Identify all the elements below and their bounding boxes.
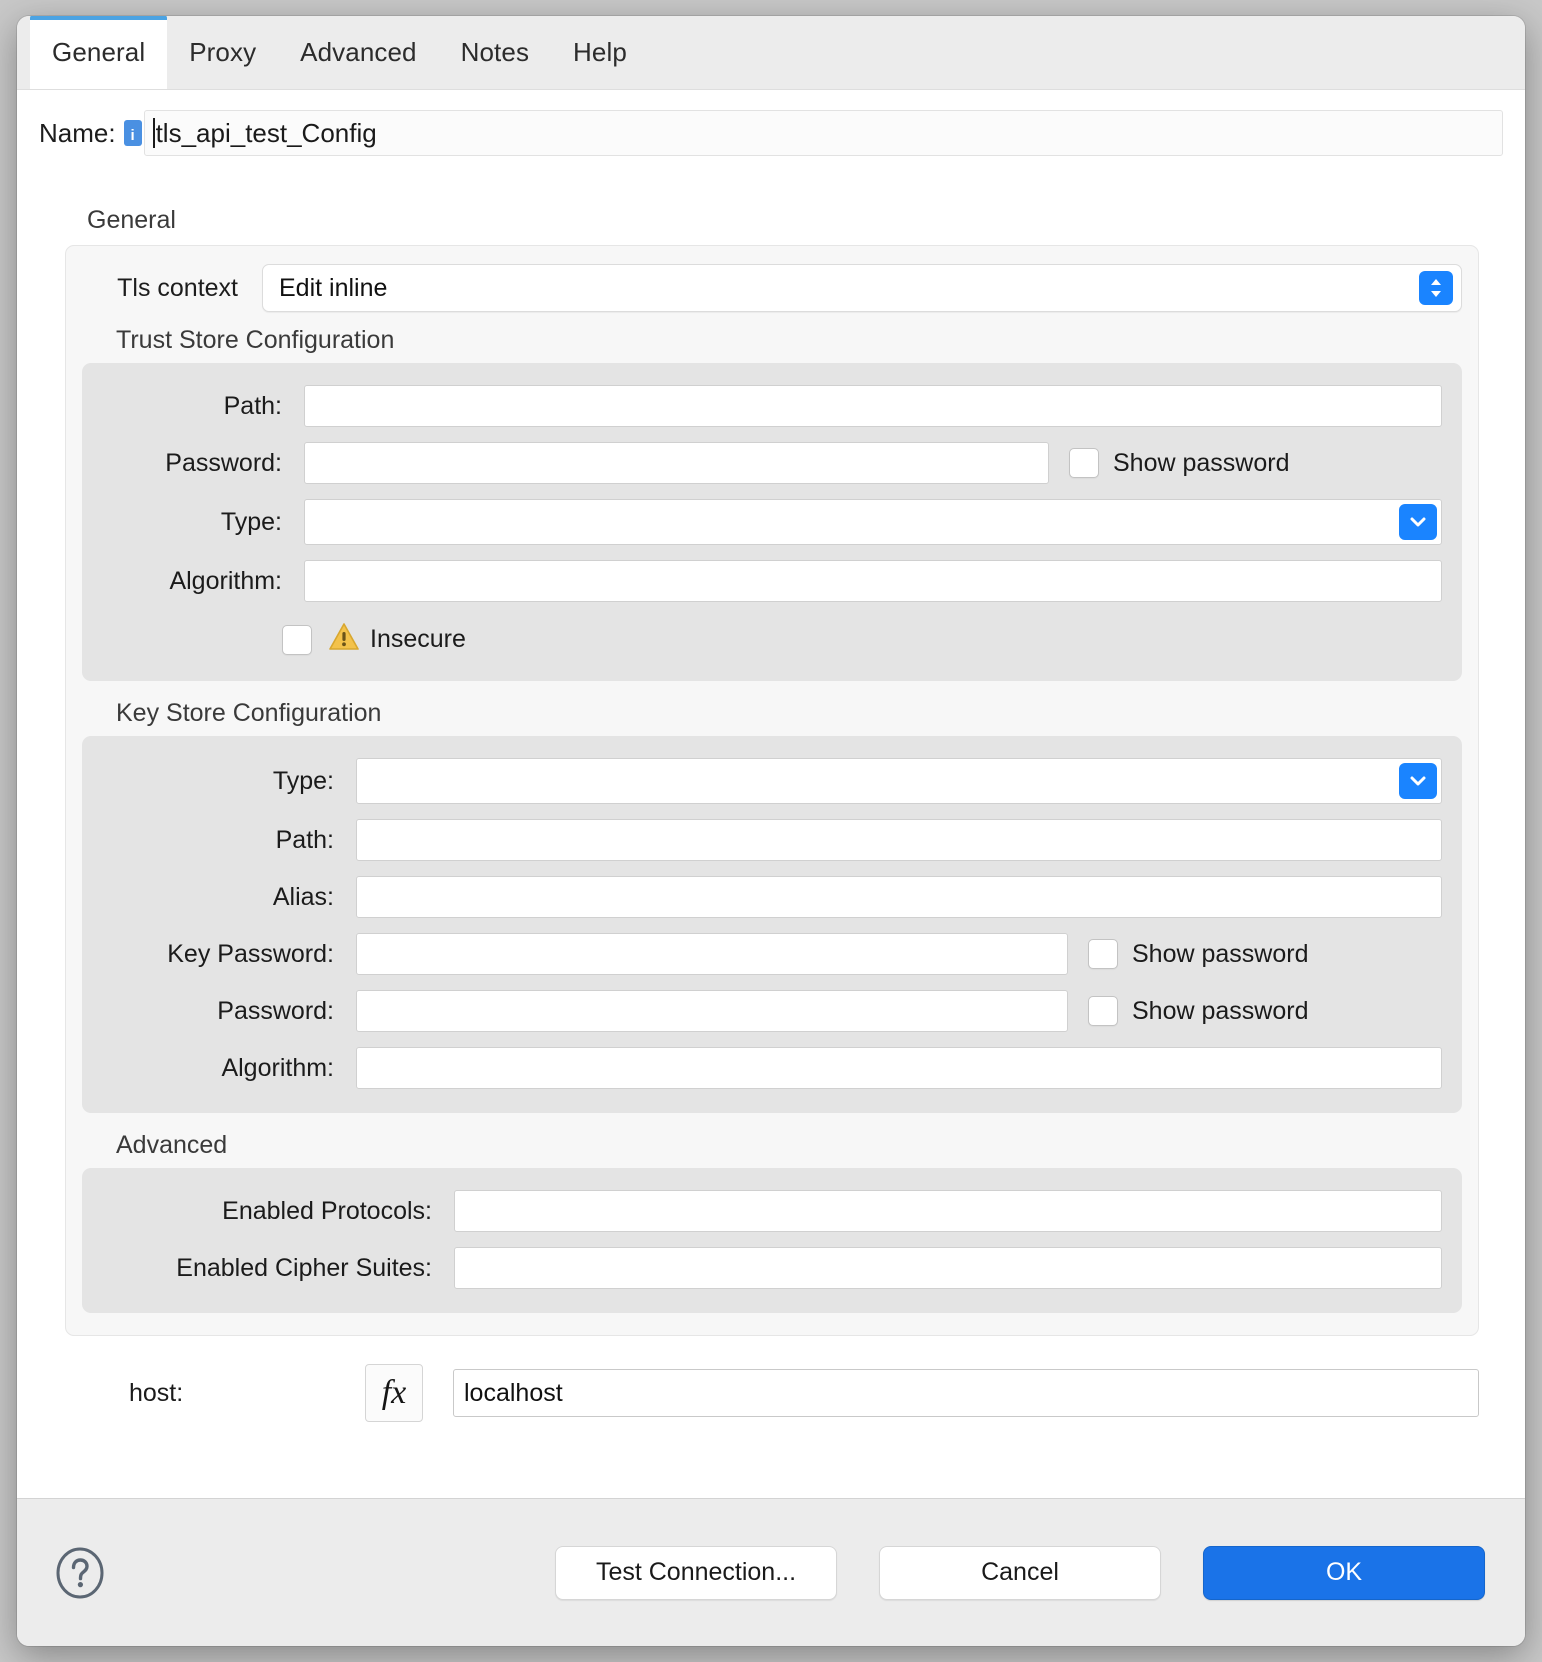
- trust-store-panel: Path: Password: Show password: [82, 363, 1462, 681]
- key-store-password-label: Password:: [94, 997, 356, 1026]
- name-label: Name:: [39, 118, 116, 149]
- test-connection-label: Test Connection...: [596, 1558, 796, 1587]
- host-input[interactable]: localhost: [453, 1369, 1479, 1417]
- enabled-cipher-suites-label: Enabled Cipher Suites:: [94, 1254, 454, 1283]
- help-question-icon[interactable]: [53, 1546, 107, 1600]
- tab-help[interactable]: Help: [551, 16, 649, 89]
- tab-notes-label: Notes: [461, 37, 529, 68]
- key-store-algorithm-input[interactable]: [356, 1047, 1442, 1089]
- key-store-alias-label: Alias:: [94, 883, 356, 912]
- key-store-key-password-label: Key Password:: [94, 940, 356, 969]
- general-tab-panel: Name: i tls_api_test_Config General Tls …: [17, 90, 1525, 1498]
- tab-help-label: Help: [573, 37, 627, 68]
- function-fx-icon[interactable]: fx: [365, 1364, 423, 1422]
- key-store-type-label: Type:: [94, 767, 356, 796]
- key-store-password-row: Password: Show password: [94, 990, 1442, 1032]
- key-store-panel: Type: Path:: [82, 736, 1462, 1113]
- key-store-key-show-password-checkbox[interactable]: [1088, 939, 1118, 969]
- trust-store-path-label: Path:: [94, 392, 304, 421]
- enabled-cipher-suites-row: Enabled Cipher Suites:: [94, 1247, 1442, 1289]
- ok-button[interactable]: OK: [1203, 1546, 1485, 1600]
- host-input-value: localhost: [464, 1379, 563, 1408]
- name-input-value: tls_api_test_Config: [156, 118, 377, 149]
- tab-proxy[interactable]: Proxy: [167, 16, 278, 89]
- name-row: Name: i tls_api_test_Config: [39, 90, 1503, 164]
- insecure-row: Insecure: [94, 622, 1442, 657]
- insecure-checkbox[interactable]: [282, 625, 312, 655]
- trust-store-algorithm-input[interactable]: [304, 560, 1442, 602]
- tls-context-select[interactable]: Edit inline: [262, 264, 1462, 312]
- advanced-panel: Enabled Protocols: Enabled Cipher Suites…: [82, 1168, 1462, 1313]
- key-store-type-row: Type:: [94, 758, 1442, 804]
- info-icon: i: [124, 120, 142, 146]
- key-store-key-show-password-wrap: Show password: [1088, 939, 1308, 969]
- general-group: Tls context Edit inline Trust Store Conf…: [65, 245, 1479, 1336]
- trust-store-type-label: Type:: [94, 508, 304, 537]
- enabled-protocols-label: Enabled Protocols:: [94, 1197, 454, 1226]
- key-store-key-password-input[interactable]: [356, 933, 1068, 975]
- tab-advanced-label: Advanced: [300, 37, 416, 68]
- enabled-cipher-suites-input[interactable]: [454, 1247, 1442, 1289]
- insecure-label: Insecure: [370, 625, 466, 654]
- key-store-algorithm-label: Algorithm:: [94, 1054, 356, 1083]
- tab-bar: General Proxy Advanced Notes Help: [17, 16, 1525, 90]
- stepper-updown-icon[interactable]: [1419, 271, 1453, 305]
- enabled-protocols-row: Enabled Protocols:: [94, 1190, 1442, 1232]
- key-store-alias-row: Alias:: [94, 876, 1442, 918]
- cancel-label: Cancel: [981, 1558, 1059, 1587]
- key-store-show-password-wrap: Show password: [1088, 996, 1308, 1026]
- key-store-path-label: Path:: [94, 826, 356, 855]
- host-label: host:: [65, 1379, 365, 1408]
- key-store-show-password-checkbox[interactable]: [1088, 996, 1118, 1026]
- trust-store-password-input[interactable]: [304, 442, 1049, 484]
- text-caret: [153, 118, 155, 148]
- key-store-title: Key Store Configuration: [116, 699, 1462, 728]
- key-store-password-input[interactable]: [356, 990, 1068, 1032]
- test-connection-button[interactable]: Test Connection...: [555, 1546, 837, 1600]
- host-row: host: fx localhost: [65, 1364, 1479, 1444]
- key-store-type-combobox[interactable]: [356, 758, 1442, 804]
- trust-store-password-row: Password: Show password: [94, 442, 1442, 484]
- tls-configuration-dialog: General Proxy Advanced Notes Help Name: …: [17, 16, 1525, 1646]
- key-store-alias-input[interactable]: [356, 876, 1442, 918]
- trust-store-type-combobox[interactable]: [304, 499, 1442, 545]
- tls-context-label: Tls context: [82, 274, 262, 303]
- tls-context-value: Edit inline: [279, 274, 1419, 303]
- ok-label: OK: [1326, 1558, 1362, 1587]
- trust-store-password-label: Password:: [94, 449, 304, 478]
- trust-store-show-password-wrap: Show password: [1069, 448, 1289, 478]
- enabled-protocols-input[interactable]: [454, 1190, 1442, 1232]
- trust-store-show-password-checkbox[interactable]: [1069, 448, 1099, 478]
- key-store-show-password-label: Show password: [1132, 997, 1308, 1026]
- tls-context-row: Tls context Edit inline: [82, 264, 1462, 312]
- key-store-key-password-row: Key Password: Show password: [94, 933, 1442, 975]
- chevron-down-icon[interactable]: [1399, 763, 1437, 799]
- trust-store-show-password-label: Show password: [1113, 449, 1289, 478]
- warning-triangle-icon: [328, 622, 360, 657]
- trust-store-path-input[interactable]: [304, 385, 1442, 427]
- trust-store-algorithm-label: Algorithm:: [94, 567, 304, 596]
- key-store-path-row: Path:: [94, 819, 1442, 861]
- trust-store-type-row: Type:: [94, 499, 1442, 545]
- advanced-title: Advanced: [116, 1131, 1462, 1160]
- name-input[interactable]: tls_api_test_Config: [144, 110, 1503, 156]
- key-store-algorithm-row: Algorithm:: [94, 1047, 1442, 1089]
- trust-store-algorithm-row: Algorithm:: [94, 560, 1442, 602]
- tab-general[interactable]: General: [30, 16, 167, 89]
- trust-store-title: Trust Store Configuration: [116, 326, 1462, 355]
- tab-notes[interactable]: Notes: [439, 16, 551, 89]
- tab-advanced[interactable]: Advanced: [278, 16, 438, 89]
- general-section-title: General: [87, 206, 1503, 235]
- chevron-down-icon[interactable]: [1399, 504, 1437, 540]
- dialog-footer: Test Connection... Cancel OK: [17, 1498, 1525, 1646]
- tab-proxy-label: Proxy: [189, 37, 256, 68]
- key-store-path-input[interactable]: [356, 819, 1442, 861]
- cancel-button[interactable]: Cancel: [879, 1546, 1161, 1600]
- key-store-key-show-password-label: Show password: [1132, 940, 1308, 969]
- trust-store-path-row: Path:: [94, 385, 1442, 427]
- tab-general-label: General: [52, 37, 145, 68]
